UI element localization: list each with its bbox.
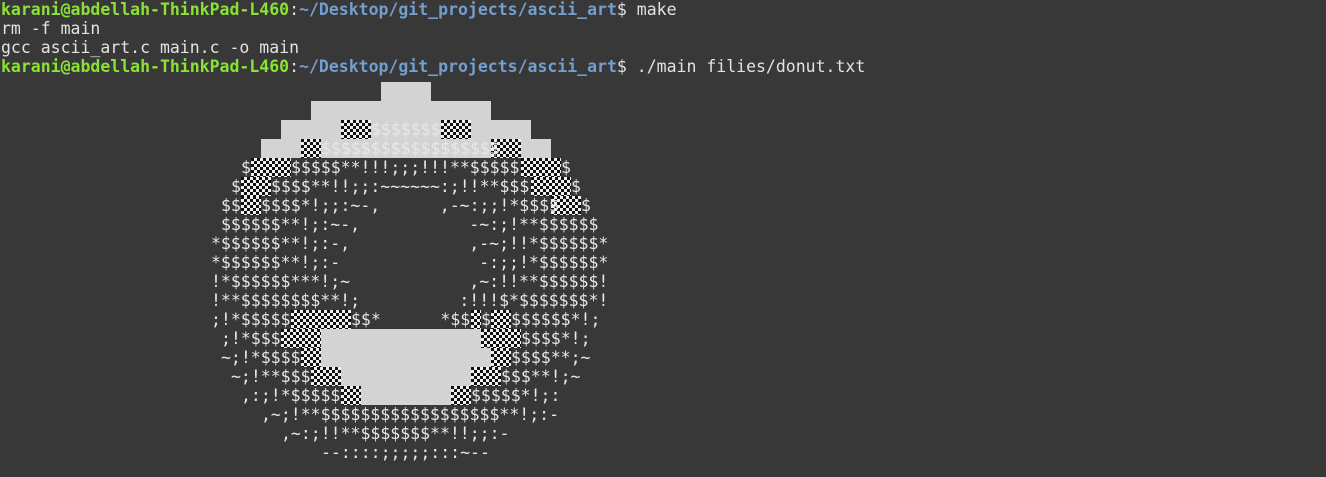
prompt-line-main: karani@abdellah-ThinkPad-L460:~/Desktop/… bbox=[0, 57, 1326, 76]
prompt-separator: : bbox=[289, 0, 300, 19]
art-checker bbox=[311, 367, 341, 386]
art-row: $$ bbox=[221, 196, 241, 215]
art-row: ,~:;!!**$$$$$$$**!!;;:- bbox=[281, 424, 510, 443]
prompt-path: ~/Desktop/git_projects/ascii_art bbox=[299, 0, 617, 19]
art-checker bbox=[301, 348, 321, 367]
art-row: !**$$$$$$$$**!; :!!!$*$$$$$$$*! bbox=[211, 291, 609, 310]
art-row: $$$$$*!;: bbox=[471, 386, 561, 405]
art-checker bbox=[291, 310, 351, 329]
art-checker bbox=[471, 367, 501, 386]
art-checker bbox=[341, 386, 361, 405]
art-row: *$$$$$$**!;:-, ,-~;!!*$$$$$$* bbox=[211, 234, 609, 253]
art-block-bottom-3 bbox=[341, 367, 471, 386]
art-row: *$$$$$$**!;:- -:;;!*$$$$$$* bbox=[211, 253, 609, 272]
art-block-top-1 bbox=[381, 82, 431, 101]
command-make: make bbox=[636, 0, 677, 19]
prompt-user-host: karani@abdellah-ThinkPad-L460 bbox=[1, 57, 290, 76]
art-block-bottom-1 bbox=[321, 329, 481, 348]
prompt-symbol: $ bbox=[616, 0, 637, 19]
art-checker bbox=[451, 386, 471, 405]
art-row: $$$**!;~ bbox=[501, 367, 581, 386]
art-row: ;!*$$$$$ bbox=[211, 310, 291, 329]
art-checker bbox=[441, 120, 471, 139]
art-row: $ bbox=[231, 177, 241, 196]
art-row: !*$$$$$$***!;~ ,~:!!**$$$$$$! bbox=[211, 272, 609, 291]
art-row: $$$$$**!!!;;;!!!**$$$$$ bbox=[291, 158, 520, 177]
art-row: $ bbox=[571, 177, 581, 196]
art-checker bbox=[241, 177, 271, 196]
prompt-user-host: karani@abdellah-ThinkPad-L460 bbox=[1, 0, 290, 19]
art-row: ,:;!*$$$$$ bbox=[241, 386, 341, 405]
art-row: $ bbox=[581, 196, 591, 215]
ascii-donut-art: $$$$$$$ $$$$$$$$$$$$$$$$$$ $ $$$$$**!!!;… bbox=[0, 80, 1326, 477]
art-block-top-2 bbox=[311, 101, 491, 120]
prompt-line-make: karani@abdellah-ThinkPad-L460:~/Desktop/… bbox=[0, 0, 1326, 19]
art-row: $ bbox=[561, 158, 571, 177]
art-block-bottom-2 bbox=[321, 348, 491, 367]
prompt-symbol: $ bbox=[616, 57, 637, 76]
art-checker bbox=[251, 158, 291, 177]
command-main: ./main filies/donut.txt bbox=[636, 57, 866, 76]
art-row: ~;!*$$$$ bbox=[221, 348, 301, 367]
art-checker bbox=[481, 329, 521, 348]
art-row: $$$$$$**!;:~-, -~:;!**$$$$$$ bbox=[221, 215, 599, 234]
art-row: $$$$*!;;:~-, ,-~:;;!*$$$$ bbox=[261, 196, 560, 215]
art-row: ~;!**$$$ bbox=[231, 367, 311, 386]
art-checker bbox=[521, 158, 561, 177]
art-row: $$$$*!; bbox=[521, 329, 591, 348]
art-row: ,~;!**$$$$$$$$$$$$$$$$$$**!;:- bbox=[261, 405, 560, 424]
art-row: $$$$$$$$$$$$$$$$$$ bbox=[321, 139, 500, 158]
art-checker bbox=[491, 348, 511, 367]
art-checker bbox=[531, 177, 571, 196]
art-row: $$$$$$*!; bbox=[511, 310, 601, 329]
prompt-separator: : bbox=[289, 57, 300, 76]
art-row: $$$$**!!;;:~~~~~~:;!!**$$$ bbox=[271, 177, 530, 196]
art-checker bbox=[491, 310, 511, 329]
prompt-path: ~/Desktop/git_projects/ascii_art bbox=[299, 57, 617, 76]
art-checker bbox=[341, 120, 371, 139]
art-checker bbox=[281, 329, 321, 348]
art-row: $ bbox=[241, 158, 251, 177]
terminal-window[interactable]: karani@abdellah-ThinkPad-L460:~/Desktop/… bbox=[0, 0, 1326, 477]
art-checker bbox=[471, 310, 481, 329]
art-row: --::::;;;;;:::~-- bbox=[321, 443, 490, 462]
output-line-gcc: gcc ascii_art.c main.c -o main bbox=[1, 38, 300, 57]
art-row: $$* *$$$ bbox=[351, 310, 481, 329]
output-line-rm: rm -f main bbox=[1, 19, 101, 38]
art-row: $ bbox=[481, 310, 491, 329]
art-checker bbox=[301, 139, 321, 158]
art-checker bbox=[241, 196, 261, 215]
art-row: $$$$**;~ bbox=[511, 348, 591, 367]
art-row: ;!*$$$ bbox=[221, 329, 281, 348]
art-row: $$$$$$$ bbox=[371, 120, 441, 139]
art-block-bottom-4 bbox=[361, 386, 451, 405]
